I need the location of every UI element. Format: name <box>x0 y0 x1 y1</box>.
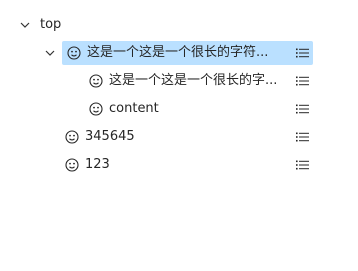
unordered-list-icon[interactable] <box>295 46 309 60</box>
unordered-list-icon[interactable] <box>295 74 309 88</box>
smiley-icon <box>88 102 103 117</box>
chevron-down-icon[interactable] <box>18 18 32 32</box>
tree-node-title: 345645 <box>85 129 135 144</box>
tree-node-title: 这是一个这是一个很长的字符... <box>87 45 269 60</box>
smiley-icon <box>88 74 103 89</box>
unordered-list-icon[interactable] <box>295 130 309 144</box>
unordered-list-icon[interactable] <box>295 102 309 116</box>
smiley-icon <box>66 46 81 61</box>
tree-node-title: content <box>109 101 159 116</box>
tree-node[interactable]: 123 <box>64 153 313 177</box>
chevron-down-icon[interactable] <box>43 46 57 60</box>
tree-node[interactable]: 这是一个这是一个很长的字... <box>88 69 313 93</box>
tree-node-selected[interactable]: 这是一个这是一个很长的字符... <box>62 41 313 65</box>
tree-view: top 这是一个这是一个很长的字符... 这是一个这是一个很长的字... con… <box>0 0 358 271</box>
tree-node-title: 123 <box>85 157 110 172</box>
unordered-list-icon[interactable] <box>295 158 309 172</box>
smiley-icon <box>64 130 79 145</box>
smiley-icon <box>64 158 79 173</box>
tree-node[interactable]: content <box>88 97 313 121</box>
tree-node-title: 这是一个这是一个很长的字... <box>109 73 278 88</box>
tree-node[interactable]: 345645 <box>64 125 313 149</box>
tree-node-title: top <box>40 17 62 32</box>
tree-node-top[interactable]: top <box>40 13 80 37</box>
